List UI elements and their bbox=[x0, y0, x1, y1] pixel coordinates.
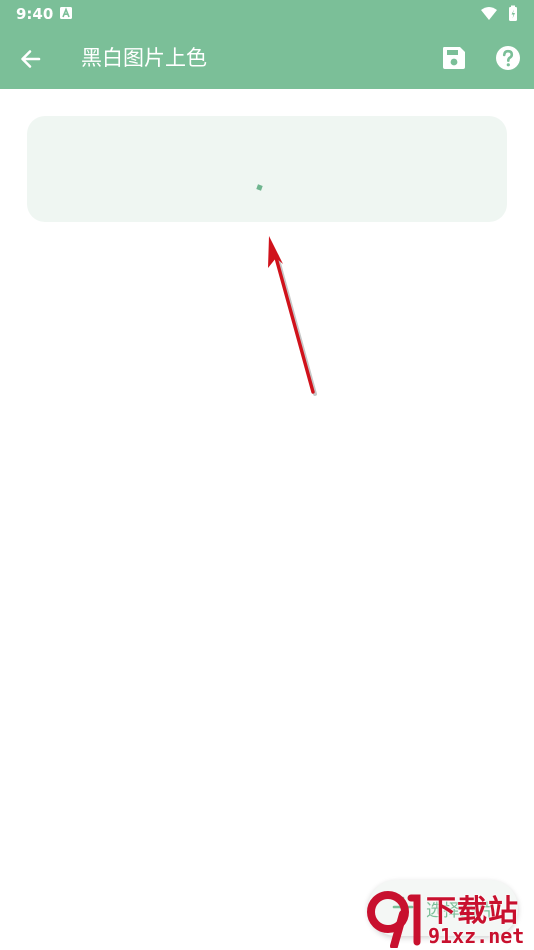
loading-indicator bbox=[256, 184, 263, 191]
status-bar: 9:40 bbox=[0, 0, 534, 27]
select-image-label: 选择图片 bbox=[426, 901, 494, 921]
select-image-button[interactable]: 选择图片 bbox=[368, 880, 518, 936]
page-title: 黑白图片上色 bbox=[81, 46, 207, 70]
image-preview-card[interactable] bbox=[27, 116, 507, 222]
status-indicators bbox=[481, 5, 517, 21]
a-letter-icon bbox=[60, 7, 72, 19]
save-floppy-icon[interactable] bbox=[440, 44, 468, 72]
app-bar: 黑白图片上色 bbox=[0, 27, 534, 89]
arrow-left-icon[interactable] bbox=[14, 43, 46, 75]
plus-icon bbox=[392, 896, 414, 918]
status-time: 9:40 bbox=[16, 5, 54, 23]
screen: 9:40 黑白图片上色 选择图片 下载站 91xz.net bbox=[0, 0, 534, 950]
battery-charging-icon bbox=[509, 5, 517, 21]
wifi-icon bbox=[481, 7, 497, 20]
help-circle-icon[interactable] bbox=[494, 44, 522, 72]
